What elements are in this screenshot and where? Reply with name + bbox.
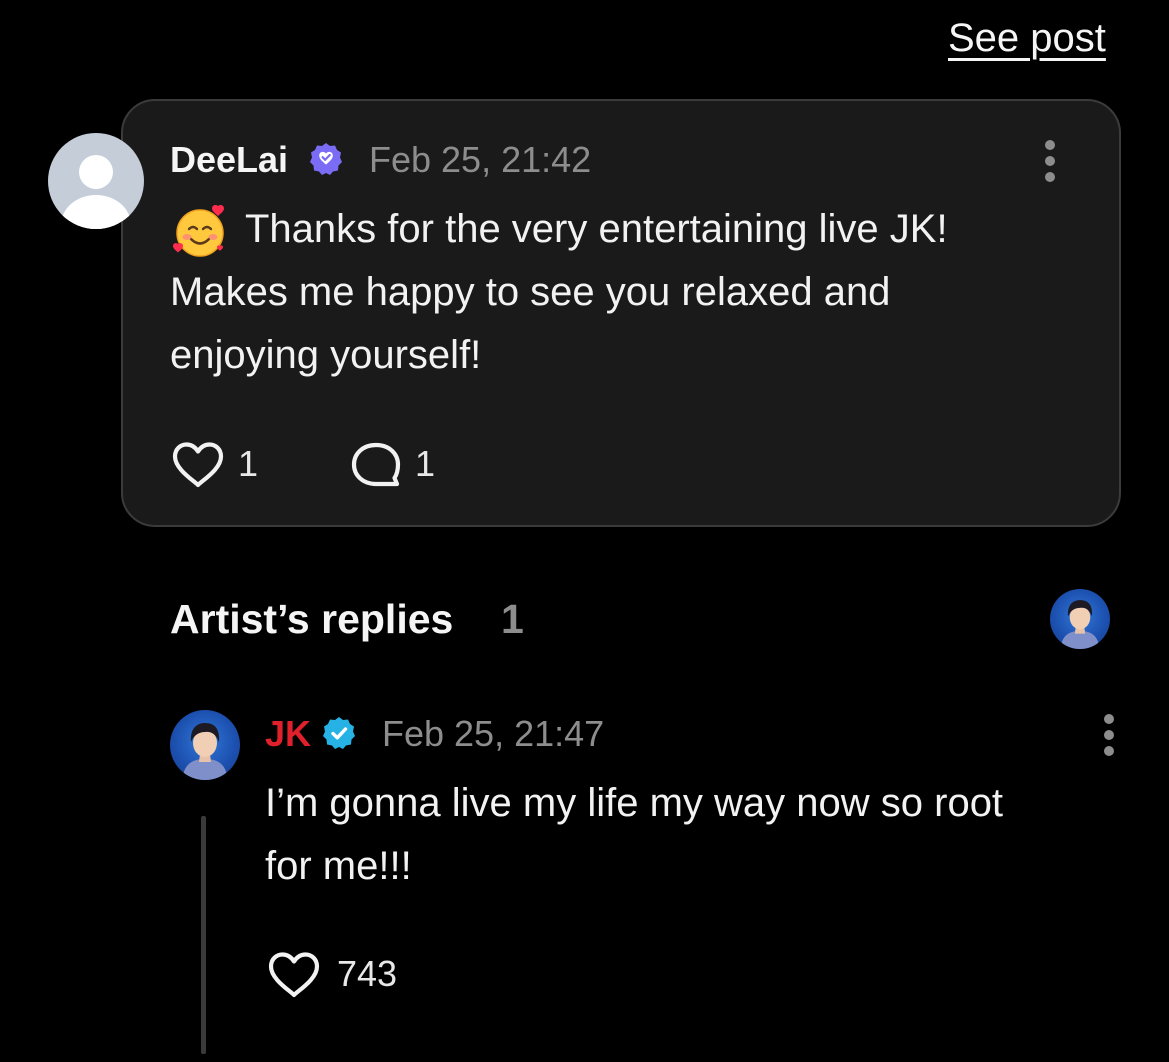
default-avatar[interactable] <box>48 133 144 229</box>
comment-more-options-icon[interactable] <box>1043 140 1057 182</box>
comment-text-line: Makes me happy to see you relaxed and <box>170 270 891 314</box>
kebab-dot <box>1104 730 1114 740</box>
fan-verified-badge-icon <box>310 143 342 175</box>
smiling-face-with-hearts-icon <box>173 204 224 257</box>
artist-portrait-icon <box>182 723 228 780</box>
reply-author-name[interactable]: JK <box>265 712 311 756</box>
thread-connector-line <box>201 816 206 1054</box>
comment-text-line: enjoying yourself! <box>170 333 482 377</box>
reply-text-line: for me!!! <box>265 844 412 888</box>
kebab-dot <box>1104 714 1114 724</box>
comment-timestamp: Feb 25, 21:42 <box>369 139 592 180</box>
comment-author-name[interactable]: DeeLai <box>170 138 288 182</box>
artist-replies-title: Artist’s replies <box>170 596 454 642</box>
reply-timestamp: Feb 25, 21:47 <box>382 713 605 754</box>
reply-like-count: 743 <box>337 953 398 994</box>
reply-more-options-icon[interactable] <box>1102 714 1116 756</box>
reply-bubble-icon[interactable] <box>350 441 402 489</box>
artist-portrait-icon <box>1060 600 1100 649</box>
avatar-head-shape <box>79 155 113 189</box>
artist-replies-count: 1 <box>501 596 524 642</box>
reply-text-line: I’m gonna live my life my way now so roo… <box>265 781 1004 825</box>
kebab-dot <box>1045 172 1055 182</box>
comment-reply-count: 1 <box>415 443 436 484</box>
like-heart-icon[interactable] <box>171 441 225 489</box>
comment-text-line: Thanks for the very entertaining live JK… <box>245 207 948 251</box>
see-post-link[interactable]: See post <box>948 14 1106 62</box>
avatar-shoulders-shape <box>61 195 131 229</box>
kebab-dot <box>1045 156 1055 166</box>
artist-avatar[interactable] <box>1050 589 1110 649</box>
comment-like-count: 1 <box>238 443 259 484</box>
artist-verified-badge-icon <box>323 717 355 749</box>
kebab-dot <box>1045 140 1055 150</box>
reply-author-avatar[interactable] <box>170 710 240 780</box>
like-heart-icon[interactable] <box>267 951 321 999</box>
kebab-dot <box>1104 746 1114 756</box>
